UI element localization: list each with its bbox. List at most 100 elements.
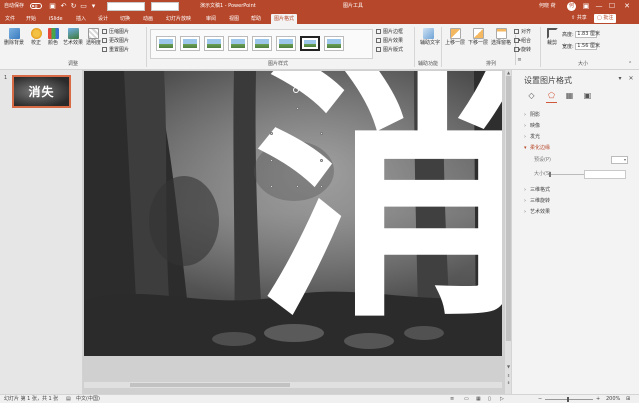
resize-handle[interactable]: [270, 185, 273, 188]
preset-dropdown[interactable]: ▾: [611, 156, 628, 164]
crop-button[interactable]: 裁剪: [545, 28, 559, 46]
picture-style-7[interactable]: [300, 36, 320, 51]
picture-style-2[interactable]: [180, 36, 200, 51]
resize-handle[interactable]: [320, 132, 323, 135]
section-reflection[interactable]: › 映像: [524, 123, 540, 130]
change-picture-button[interactable]: 更改图片: [102, 38, 129, 44]
maximize-icon[interactable]: ☐: [607, 1, 617, 11]
pane-options-icon[interactable]: ▾: [616, 75, 624, 83]
tab-file[interactable]: 文件: [5, 15, 15, 23]
zoom-in-icon[interactable]: +: [596, 396, 600, 403]
share-button[interactable]: ⇪ 共享: [568, 14, 590, 23]
zoom-slider[interactable]: [545, 397, 593, 402]
picture-effects-button[interactable]: 图片效果: [376, 38, 403, 44]
reading-view-icon[interactable]: ▯: [488, 396, 491, 403]
align-button[interactable]: 对齐: [514, 29, 531, 35]
vertical-scrollbar[interactable]: ▲ ▼ ⇞ ⇟: [504, 70, 511, 394]
zoom-out-icon[interactable]: −: [538, 396, 542, 403]
language-indicator[interactable]: 中文(中国): [76, 396, 100, 403]
close-icon[interactable]: ✕: [622, 1, 632, 11]
picture-style-1[interactable]: [156, 36, 176, 51]
tab-view[interactable]: 视图: [229, 15, 239, 23]
avatar[interactable]: 何: [567, 2, 576, 11]
section-soft-edges[interactable]: ▾ 柔化边缘: [524, 145, 550, 152]
height-input[interactable]: 1.83 厘米: [575, 31, 600, 38]
tab-islide[interactable]: iSlide: [49, 15, 63, 23]
present-icon[interactable]: ▭: [79, 2, 88, 11]
customize-qat-icon[interactable]: ▾: [89, 2, 98, 11]
undo-icon[interactable]: ↶: [59, 2, 68, 11]
compress-pictures-button[interactable]: 压缩图片: [102, 29, 129, 35]
slideshow-view-icon[interactable]: ▷: [500, 396, 504, 403]
section-glow[interactable]: › 发光: [524, 134, 540, 141]
picture-style-5[interactable]: [252, 36, 272, 51]
minimize-icon[interactable]: —: [594, 1, 604, 11]
tab-insert[interactable]: 插入: [76, 15, 86, 23]
collapse-ribbon-icon[interactable]: ⌃: [628, 61, 632, 67]
slide-thumbnail[interactable]: 消失: [12, 75, 71, 108]
artistic-effects-button[interactable]: 艺术效果: [63, 28, 83, 46]
tab-design[interactable]: 设计: [98, 15, 108, 23]
redo-icon[interactable]: ↻: [69, 2, 78, 11]
remove-background-button[interactable]: 删除背景: [3, 28, 25, 46]
gallery-more-icon[interactable]: ≡: [517, 57, 521, 63]
resize-handle[interactable]: [320, 159, 323, 162]
selection-pane-button[interactable]: 选择窗格: [490, 28, 512, 46]
notes-icon[interactable]: ≡: [450, 396, 454, 403]
rotate-button[interactable]: 旋转: [514, 47, 531, 53]
picture-styles-gallery[interactable]: ▴ ▾ ≡: [150, 29, 522, 65]
section-artistic-effects[interactable]: › 艺术效果: [524, 209, 550, 216]
fit-to-window-icon[interactable]: ⊞: [626, 396, 630, 403]
resize-handle[interactable]: [320, 185, 323, 188]
font-size-input[interactable]: [151, 2, 179, 11]
slide-canvas[interactable]: 消: [84, 71, 502, 356]
slide-title-text[interactable]: 消: [254, 71, 502, 356]
soft-edge-size-slider[interactable]: [549, 172, 584, 177]
close-pane-icon[interactable]: ✕: [627, 75, 635, 83]
tab-review[interactable]: 审阅: [206, 15, 216, 23]
color-button[interactable]: 颜色: [46, 28, 60, 46]
corrections-button[interactable]: 校正: [29, 28, 43, 46]
size-properties-tab-icon[interactable]: ▦: [564, 90, 575, 101]
picture-style-8[interactable]: [324, 36, 344, 51]
alt-text-button[interactable]: 辅助文字: [420, 28, 440, 46]
width-input[interactable]: 1.56 厘米: [575, 43, 600, 50]
tab-help[interactable]: 帮助: [251, 15, 261, 23]
section-shadow[interactable]: › 阴影: [524, 112, 540, 119]
resize-handle[interactable]: [296, 107, 299, 110]
tab-home[interactable]: 开始: [26, 15, 36, 23]
section-3d-rotation[interactable]: › 三维旋转: [524, 198, 550, 205]
bring-forward-button[interactable]: 上移一层: [445, 28, 465, 46]
picture-layout-button[interactable]: 图片版式: [376, 47, 403, 53]
zoom-level[interactable]: 200%: [606, 396, 620, 403]
picture-tab-icon[interactable]: ▣: [582, 90, 593, 101]
transparency-button[interactable]: 透明度: [86, 28, 101, 46]
effects-tab-icon[interactable]: ⬠: [546, 90, 557, 101]
picture-style-4[interactable]: [228, 36, 248, 51]
quick-search-input[interactable]: [107, 2, 145, 11]
tab-slideshow[interactable]: 幻灯片放映: [166, 15, 191, 23]
picture-border-button[interactable]: 图片边框: [376, 29, 403, 35]
picture-style-6[interactable]: [276, 36, 296, 51]
resize-handle[interactable]: [296, 185, 299, 188]
resize-handle[interactable]: [270, 132, 273, 135]
resize-handle[interactable]: [270, 159, 273, 162]
rotate-handle[interactable]: [293, 87, 299, 93]
send-backward-button[interactable]: 下移一层: [468, 28, 488, 46]
slide-sorter-icon[interactable]: ▦: [476, 396, 481, 403]
tab-picture-format[interactable]: 图片格式: [271, 14, 298, 24]
ribbon-display-icon[interactable]: ▣: [581, 1, 591, 11]
tab-animations[interactable]: 动画: [143, 15, 153, 23]
save-icon[interactable]: ▣: [48, 2, 57, 11]
tab-transitions[interactable]: 切换: [120, 15, 130, 23]
normal-view-icon[interactable]: ▭: [464, 396, 469, 403]
picture-style-3[interactable]: [204, 36, 224, 51]
comments-button[interactable]: ▢ 批注: [594, 14, 617, 23]
reset-picture-button[interactable]: 重置图片: [102, 47, 129, 53]
soft-edge-size-input[interactable]: [584, 170, 626, 179]
horizontal-scrollbar[interactable]: [84, 382, 502, 388]
section-3d-format[interactable]: › 三维格式: [524, 187, 550, 194]
fill-line-tab-icon[interactable]: ◇: [526, 90, 537, 101]
group-button[interactable]: 组合: [514, 38, 531, 44]
spell-check-icon[interactable]: ▤: [66, 396, 71, 403]
